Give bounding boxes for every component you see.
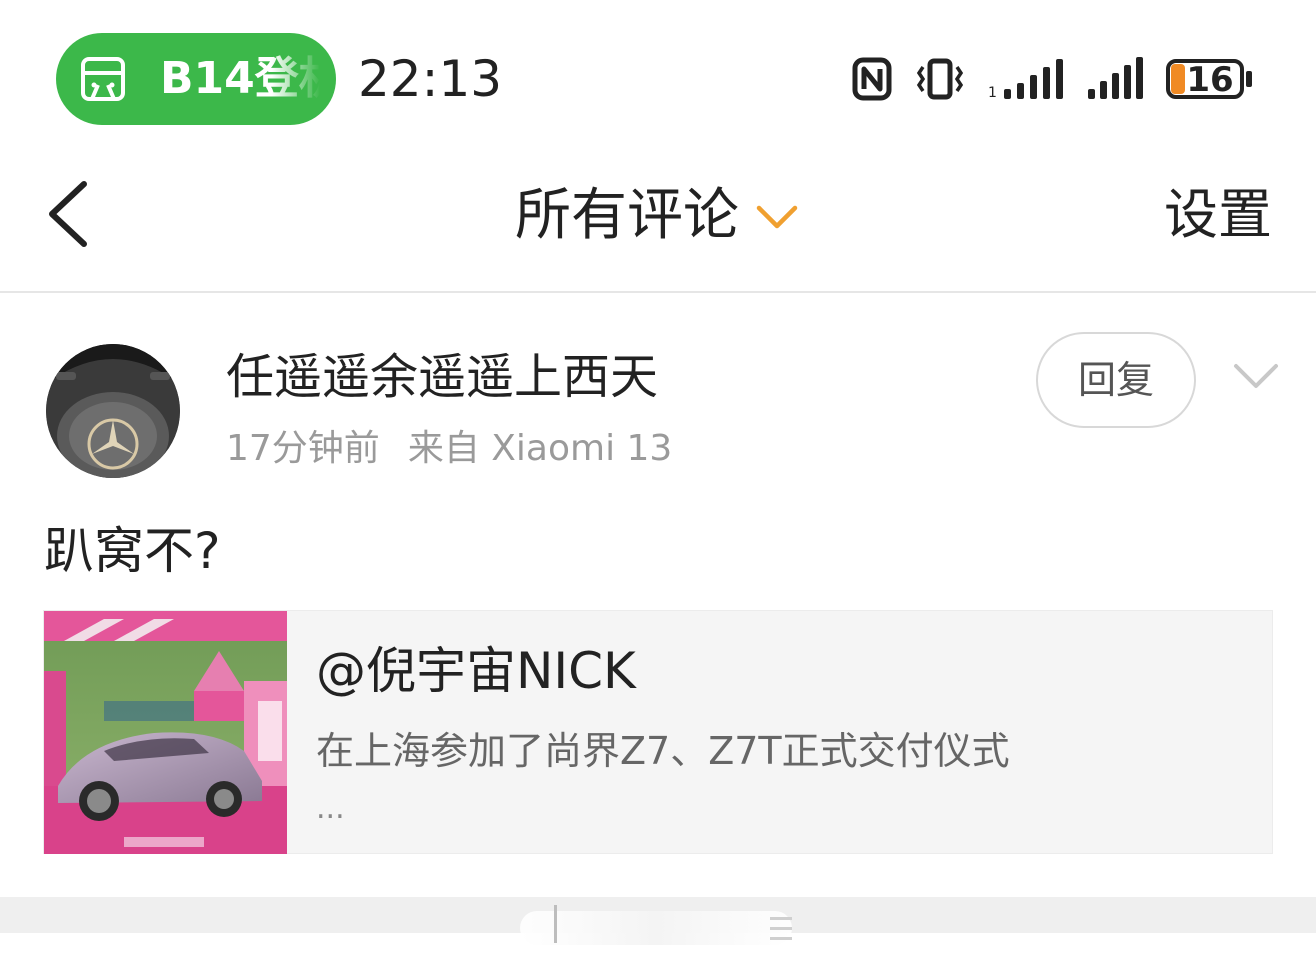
nfc-icon xyxy=(852,57,892,101)
comment-text: 趴窝不? xyxy=(44,522,221,580)
comment-time: 17分钟前 xyxy=(226,428,380,469)
avatar[interactable] xyxy=(46,344,180,478)
status-time: 22:13 xyxy=(358,50,503,108)
live-activity-pill[interactable]: B14登机 xyxy=(56,33,336,125)
signal-icon: 1 xyxy=(988,59,1063,101)
battery-level: 16 xyxy=(1186,60,1234,100)
train-icon xyxy=(81,57,125,101)
status-bar: B14登机 22:13 1 xyxy=(0,0,1316,150)
scroll-handle[interactable] xyxy=(520,903,792,949)
shared-post-author: @倪宇宙NICK xyxy=(316,642,636,700)
page-title: 所有评论 xyxy=(515,182,739,248)
comment-source: 来自 Xiaomi 13 xyxy=(407,428,673,469)
shared-post-ellipsis: ... xyxy=(316,791,345,826)
battery-icon: 16 xyxy=(1166,56,1256,102)
pill-text: B14登机 xyxy=(160,53,320,104)
chevron-down-icon xyxy=(756,205,798,229)
svg-text:1: 1 xyxy=(988,85,997,101)
comment-meta: 17分钟前 来自 Xiaomi 13 xyxy=(226,424,672,474)
reply-button[interactable]: 回复 xyxy=(1036,332,1196,428)
chevron-down-icon[interactable] xyxy=(1232,360,1280,394)
system-icons: 1 16 xyxy=(852,54,1256,104)
shared-post-card[interactable]: @倪宇宙NICK 在上海参加了尚界Z7、Z7T正式交付仪式 ... xyxy=(43,610,1273,854)
vibrate-icon xyxy=(916,58,964,100)
shared-post-text: 在上海参加了尚界Z7、Z7T正式交付仪式 xyxy=(316,729,1010,773)
username[interactable]: 任遥遥余遥遥上西天 xyxy=(226,344,658,410)
post-thumbnail xyxy=(44,611,287,854)
signal-icon xyxy=(1088,57,1143,99)
settings-button[interactable]: 设置 xyxy=(1164,180,1272,250)
comment-filter-dropdown[interactable]: 所有评论 xyxy=(0,176,1316,253)
mercedes-logo-icon xyxy=(46,344,180,478)
navigation-bar: 所有评论 设置 xyxy=(0,150,1316,293)
